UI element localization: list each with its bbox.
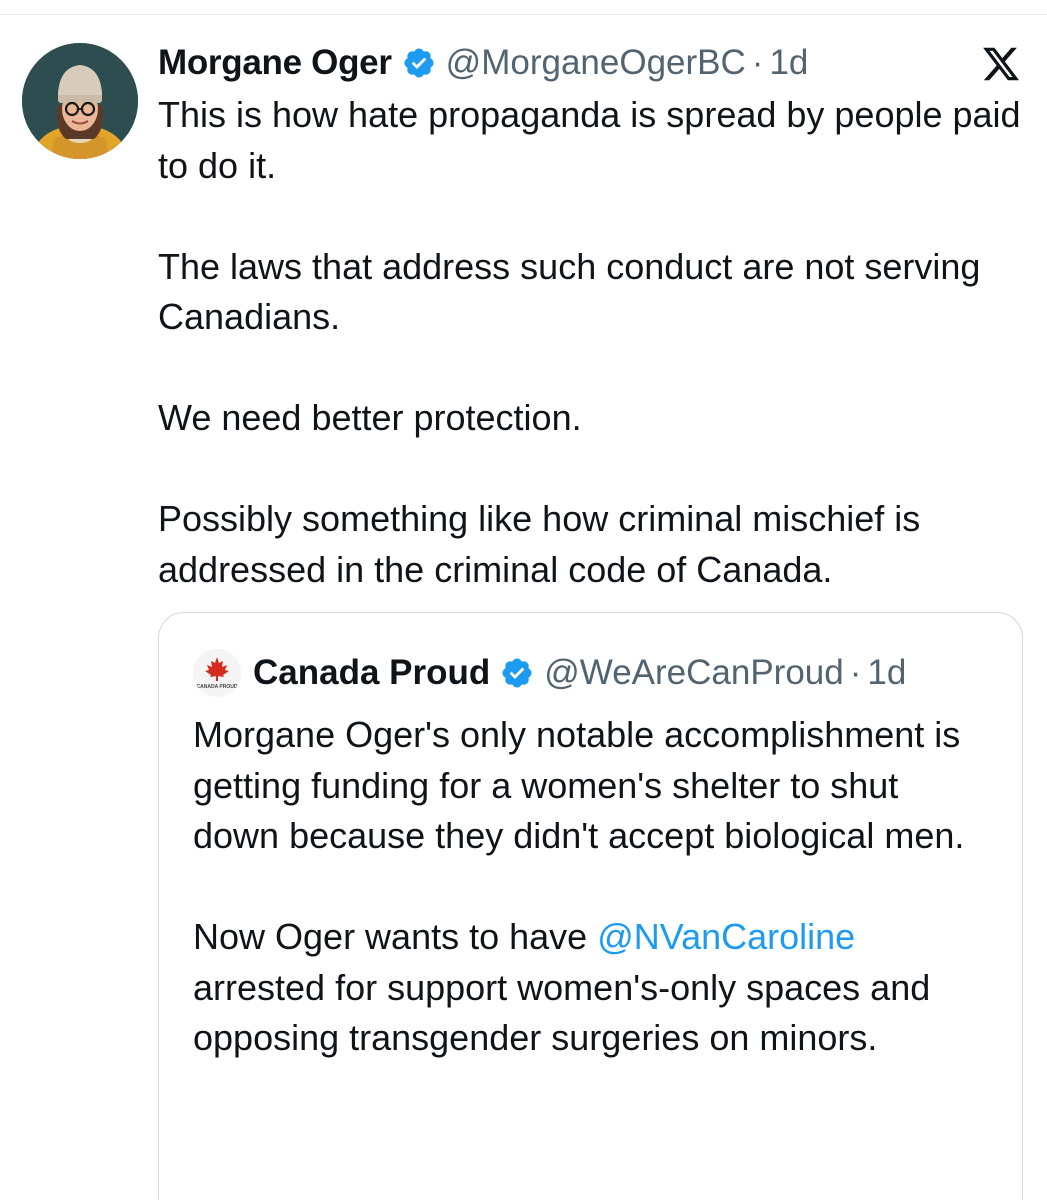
separator-dot: ·: [751, 43, 764, 82]
quoted-timestamp[interactable]: 1d: [867, 653, 906, 693]
quoted-author-avatar[interactable]: CANADA PROUD: [193, 649, 241, 697]
quoted-author-handle[interactable]: @WeAreCanProud: [544, 653, 843, 693]
timestamp[interactable]: 1d: [769, 43, 808, 83]
tweet-text: This is how hate propaganda is spread by…: [158, 90, 1028, 646]
tweet-paragraph: Possibly something like how criminal mis…: [158, 498, 921, 590]
quoted-author-name[interactable]: Canada Proud: [253, 653, 490, 693]
quoted-tweet-text: Morgane Oger's only notable accomplishme…: [193, 710, 993, 1114]
quoted-paragraph: Now Oger wants to have @NVanCaroline arr…: [193, 912, 993, 1064]
tweet-paragraph: This is how hate propaganda is spread by…: [158, 94, 1021, 186]
author-handle[interactable]: @MorganeOgerBC: [446, 43, 746, 83]
author-avatar[interactable]: [22, 43, 138, 159]
tweet-page: Morgane Oger @MorganeOgerBC · 1d This is…: [0, 0, 1047, 1200]
separator-dot: ·: [849, 653, 862, 692]
quoted-paragraph: Morgane Oger's only notable accomplishme…: [193, 714, 965, 856]
quoted-text-before: Now Oger wants to have: [193, 916, 598, 957]
quoted-tweet-card[interactable]: CANADA PROUD Canada Proud @WeAreCanProud…: [158, 612, 1023, 1200]
mention-link[interactable]: @NVanCaroline: [597, 916, 855, 957]
verified-badge-icon[interactable]: [402, 46, 436, 80]
logo-text: CANADA PROUD: [197, 684, 238, 690]
avatar-photo: [22, 43, 138, 159]
quoted-tweet-header: Canada Proud @WeAreCanProud · 1d: [253, 647, 906, 699]
author-name[interactable]: Morgane Oger: [158, 43, 392, 83]
tweet-paragraph: We need better protection.: [158, 397, 582, 438]
tweet-header: Morgane Oger @MorganeOgerBC · 1d: [158, 38, 808, 88]
x-logo-icon: [980, 44, 1022, 84]
verified-badge-icon[interactable]: [500, 656, 534, 690]
tweet-paragraph: The laws that address such conduct are n…: [158, 245, 981, 338]
canada-proud-logo: CANADA PROUD: [193, 649, 241, 697]
quoted-text-after: arrested for support women's-only spaces…: [193, 966, 931, 1059]
divider: [0, 14, 1047, 15]
